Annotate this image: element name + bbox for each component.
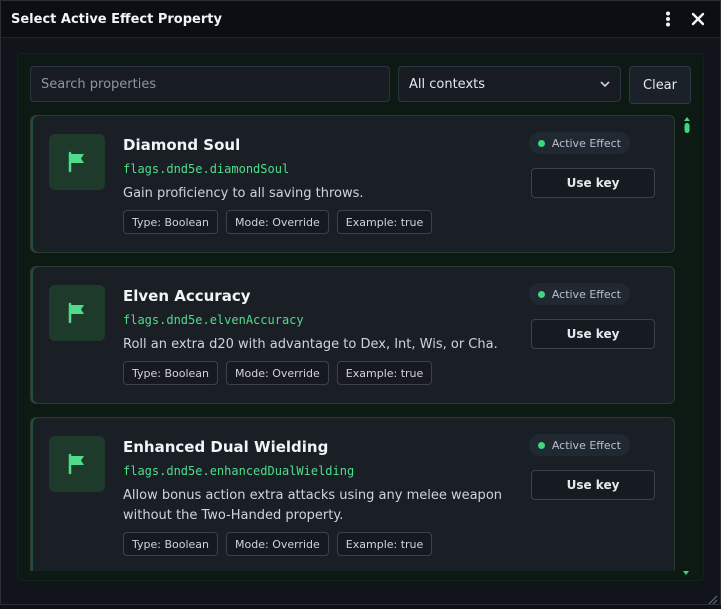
property-key: flags.dnd5e.enhancedDualWielding bbox=[123, 464, 355, 478]
type-chip: Type: Boolean bbox=[123, 532, 219, 556]
dialog-window: Select Active Effect Property All contex… bbox=[0, 0, 721, 605]
property-card[interactable]: Enhanced Dual Wielding flags.dnd5e.enhan… bbox=[30, 417, 675, 571]
title-bar[interactable]: Select Active Effect Property bbox=[1, 1, 720, 38]
example-chip: Example: true bbox=[336, 532, 433, 556]
mode-chip: Mode: Override bbox=[226, 210, 329, 234]
chevron-down-icon bbox=[600, 77, 610, 91]
search-input[interactable] bbox=[30, 66, 390, 102]
property-card[interactable]: Elven Accuracy flags.dnd5e.elvenAccuracy… bbox=[30, 266, 675, 404]
badge-label: Active Effect bbox=[551, 136, 621, 150]
clear-button[interactable]: Clear bbox=[629, 66, 691, 104]
flag-icon bbox=[49, 436, 105, 492]
property-chips: Type: Boolean Mode: Override Example: tr… bbox=[123, 361, 433, 385]
property-title: Enhanced Dual Wielding bbox=[123, 438, 329, 456]
use-key-button[interactable]: Use key bbox=[531, 168, 655, 198]
example-chip: Example: true bbox=[336, 210, 433, 234]
mode-chip: Mode: Override bbox=[226, 532, 329, 556]
property-description: Allow bonus action extra attacks using a… bbox=[123, 488, 503, 523]
property-chips: Type: Boolean Mode: Override Example: tr… bbox=[123, 532, 433, 556]
use-key-button[interactable]: Use key bbox=[531, 319, 655, 349]
status-badge: Active Effect bbox=[528, 283, 630, 305]
property-chips: Type: Boolean Mode: Override Example: tr… bbox=[123, 210, 433, 234]
property-description: Roll an extra d20 with advantage to Dex,… bbox=[123, 337, 498, 352]
property-key: flags.dnd5e.elvenAccuracy bbox=[123, 313, 304, 327]
context-select[interactable]: All contexts bbox=[398, 66, 621, 102]
scroll-down-arrow-icon[interactable] bbox=[681, 562, 691, 575]
mode-chip: Mode: Override bbox=[226, 361, 329, 385]
badge-label: Active Effect bbox=[551, 438, 621, 452]
dialog-title: Select Active Effect Property bbox=[11, 11, 222, 27]
example-chip: Example: true bbox=[336, 361, 433, 385]
status-dot-icon bbox=[537, 139, 545, 147]
property-picker-panel: All contexts Clear Diamond Soul flags.dn… bbox=[17, 53, 704, 581]
use-key-button[interactable]: Use key bbox=[531, 470, 655, 500]
status-dot-icon bbox=[537, 290, 545, 298]
status-dot-icon bbox=[537, 441, 545, 449]
more-vertical-icon[interactable] bbox=[656, 7, 680, 31]
flag-icon bbox=[49, 285, 105, 341]
filter-row: All contexts Clear bbox=[30, 66, 691, 104]
scrollbar-thumb[interactable] bbox=[683, 116, 691, 134]
type-chip: Type: Boolean bbox=[123, 361, 219, 385]
property-key: flags.dnd5e.diamondSoul bbox=[123, 162, 290, 176]
badge-label: Active Effect bbox=[551, 287, 621, 301]
status-badge: Active Effect bbox=[528, 132, 630, 154]
property-description: Gain proficiency to all saving throws. bbox=[123, 186, 364, 201]
status-badge: Active Effect bbox=[528, 434, 630, 456]
resize-handle-icon[interactable] bbox=[706, 590, 718, 605]
close-icon[interactable] bbox=[686, 7, 710, 31]
property-card[interactable]: Diamond Soul flags.dnd5e.diamondSoul Gai… bbox=[30, 115, 675, 253]
context-select-value: All contexts bbox=[409, 76, 486, 92]
property-title: Diamond Soul bbox=[123, 136, 241, 154]
property-list[interactable]: Diamond Soul flags.dnd5e.diamondSoul Gai… bbox=[30, 115, 675, 571]
flag-icon bbox=[49, 134, 105, 190]
type-chip: Type: Boolean bbox=[123, 210, 219, 234]
property-title: Elven Accuracy bbox=[123, 287, 251, 305]
